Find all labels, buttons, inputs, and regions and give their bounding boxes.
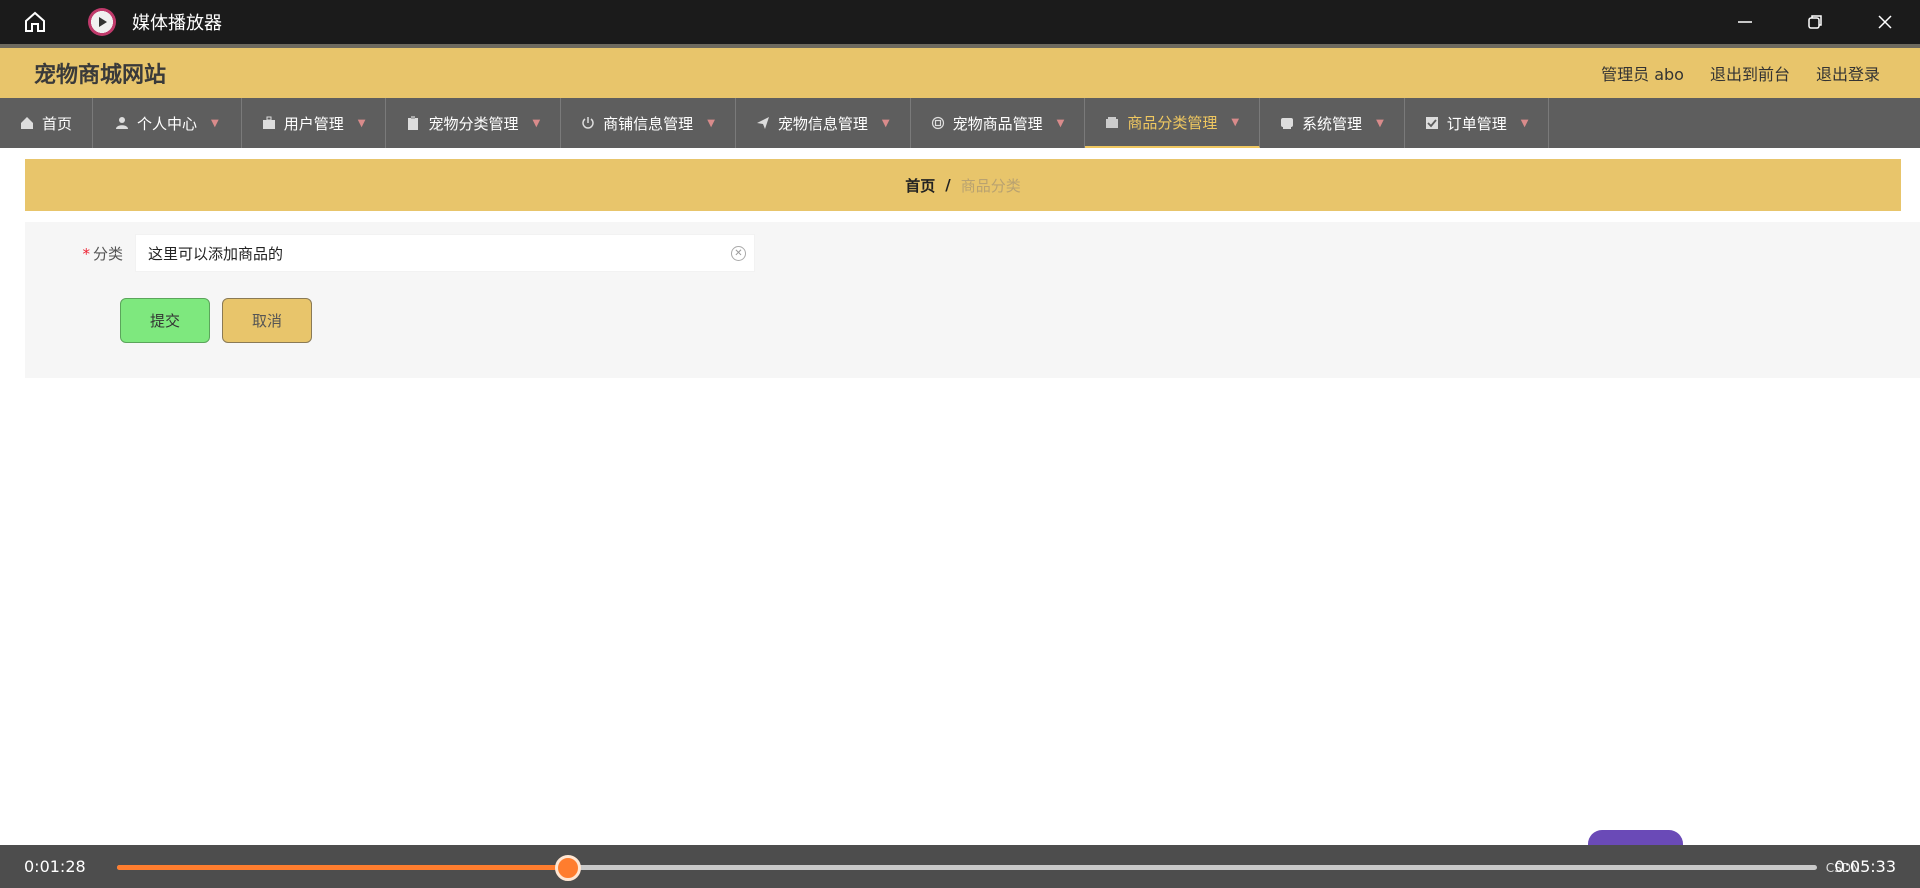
player-controls: 0:01:28 CSDN 0:05:33 bbox=[0, 845, 1920, 888]
total-time: 0:05:33 bbox=[1834, 857, 1896, 876]
close-button[interactable] bbox=[1850, 0, 1920, 44]
cancel-button[interactable]: 取消 bbox=[222, 298, 312, 343]
nav-item-label: 商铺信息管理 bbox=[603, 114, 694, 133]
main-nav: 首页 个人中心 ▼ 用户管理 ▼ 宠物分类管理 ▼ 商铺信息管理 ▼ 宠物信息管… bbox=[0, 98, 1920, 148]
minimize-icon bbox=[1738, 21, 1752, 23]
site-header: 宠物商城网站 管理员 abo 退出到前台 退出登录 bbox=[0, 44, 1920, 98]
nav-item-pet-category[interactable]: 宠物分类管理 ▼ bbox=[386, 98, 562, 148]
current-time: 0:01:28 bbox=[24, 857, 86, 876]
wallet-icon bbox=[1106, 117, 1119, 128]
chevron-down-icon: ▼ bbox=[1376, 117, 1384, 129]
nav-item-pet-products[interactable]: 宠物商品管理 ▼ bbox=[911, 98, 1086, 148]
nav-item-user-management[interactable]: 用户管理 ▼ bbox=[242, 98, 387, 148]
admin-label: 管理员 abo bbox=[1601, 65, 1684, 84]
media-player-icon bbox=[88, 8, 116, 36]
check-icon bbox=[1425, 117, 1438, 129]
nav-item-label: 商品分类管理 bbox=[1127, 113, 1218, 132]
nav-item-shop-info[interactable]: 商铺信息管理 ▼ bbox=[561, 98, 736, 148]
breadcrumb-current: 商品分类 bbox=[960, 176, 1021, 195]
nav-item-label: 宠物信息管理 bbox=[777, 114, 868, 133]
player-titlebar: 媒体播放器 bbox=[0, 0, 1920, 44]
breadcrumb: 首页 / 商品分类 bbox=[25, 159, 1901, 211]
nav-item-label: 系统管理 bbox=[1302, 114, 1363, 133]
seek-bar-progress bbox=[117, 865, 568, 870]
seek-thumb[interactable] bbox=[554, 855, 581, 881]
category-label: * 分类 bbox=[82, 244, 123, 263]
nav-item-product-category[interactable]: 商品分类管理 ▼ bbox=[1085, 98, 1261, 148]
to-front-link[interactable]: 退出到前台 bbox=[1710, 61, 1790, 85]
nav-item-label: 宠物商品管理 bbox=[952, 114, 1043, 133]
box-icon bbox=[1281, 118, 1294, 129]
home-icon bbox=[25, 11, 45, 32]
nav-item-home[interactable]: 首页 bbox=[0, 98, 94, 148]
chevron-down-icon: ▼ bbox=[1056, 117, 1065, 129]
chevron-down-icon: ▼ bbox=[211, 117, 219, 129]
player-title: 媒体播放器 bbox=[132, 13, 222, 34]
clear-icon[interactable]: ✕ bbox=[731, 246, 746, 261]
breadcrumb-home[interactable]: 首页 bbox=[905, 175, 935, 196]
close-icon bbox=[1878, 15, 1892, 29]
seek-bar[interactable] bbox=[117, 855, 1817, 881]
nav-item-orders[interactable]: 订单管理 ▼ bbox=[1405, 98, 1550, 148]
chevron-down-icon: ▼ bbox=[881, 117, 890, 129]
nav-item-label: 宠物分类管理 bbox=[428, 114, 519, 133]
chevron-down-icon: ▼ bbox=[1231, 116, 1240, 128]
required-mark: * bbox=[82, 244, 90, 263]
clipboard-icon bbox=[408, 116, 419, 130]
nav-item-label: 个人中心 bbox=[137, 114, 198, 133]
chevron-down-icon: ▼ bbox=[357, 117, 366, 129]
nav-item-label: 用户管理 bbox=[283, 114, 344, 133]
category-form: * 分类 这里可以添加商品的 ✕ 提交 取消 bbox=[25, 222, 1920, 378]
power-icon bbox=[582, 117, 594, 129]
nav-item-label: 首页 bbox=[42, 114, 73, 133]
user-icon bbox=[116, 117, 129, 129]
submit-button[interactable]: 提交 bbox=[120, 298, 210, 343]
nav-item-system[interactable]: 系统管理 ▼ bbox=[1260, 98, 1405, 148]
site-title: 宠物商城网站 bbox=[34, 63, 167, 88]
briefcase-icon bbox=[262, 116, 275, 129]
chevron-down-icon: ▼ bbox=[1520, 117, 1529, 129]
nav-item-personal-center[interactable]: 个人中心 ▼ bbox=[93, 98, 242, 148]
restore-icon bbox=[1808, 15, 1822, 29]
nav-item-pet-info[interactable]: 宠物信息管理 ▼ bbox=[736, 98, 911, 148]
minimize-button[interactable] bbox=[1710, 0, 1780, 44]
send-icon bbox=[756, 117, 769, 129]
category-input-value: 这里可以添加商品的 bbox=[148, 244, 284, 263]
logout-link[interactable]: 退出登录 bbox=[1816, 61, 1880, 85]
breadcrumb-separator: / bbox=[945, 176, 951, 194]
chevron-down-icon: ▼ bbox=[532, 117, 541, 129]
home-icon bbox=[21, 117, 33, 129]
home-button[interactable] bbox=[0, 0, 70, 44]
cpu-icon bbox=[931, 116, 944, 130]
restore-button[interactable] bbox=[1780, 0, 1850, 44]
nav-item-label: 订单管理 bbox=[1446, 114, 1507, 133]
chevron-down-icon: ▼ bbox=[707, 117, 715, 129]
category-input[interactable]: 这里可以添加商品的 ✕ bbox=[135, 234, 755, 272]
